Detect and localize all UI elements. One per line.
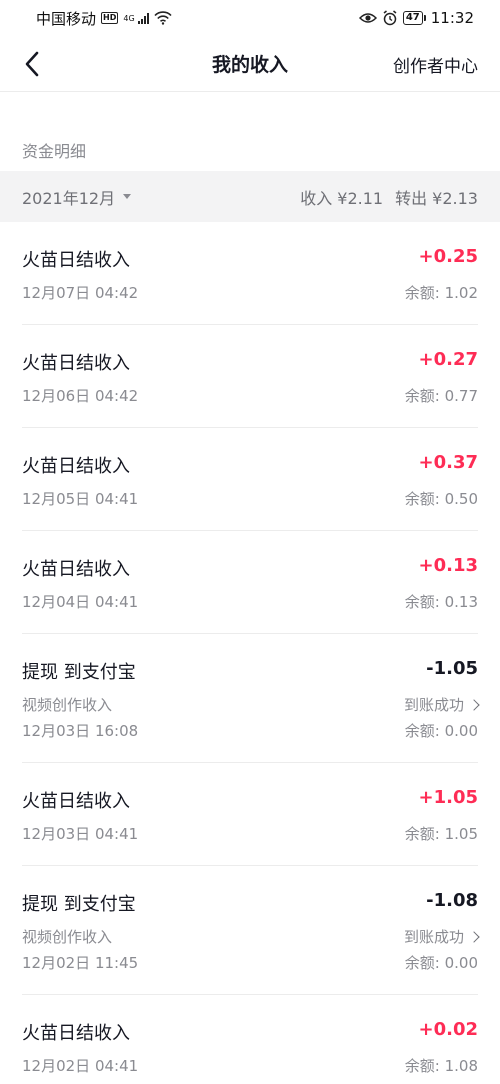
month-selector[interactable]: 2021年12月 [22,185,132,209]
transaction-amount: +1.05 [418,787,479,808]
transaction-title: 火苗日结收入 [22,456,130,477]
transaction-row[interactable]: 火苗日结收入 +0.13 12月04日 04:41 余额: 0.13 [22,531,478,634]
transaction-time: 12月04日 04:41 [22,593,139,611]
withdraw-row[interactable]: 提现 到支付宝 -1.08 视频创作收入 到账成功 12月02日 11:45 余… [22,866,480,995]
wifi-icon [154,11,172,25]
battery-level: 47 [402,11,423,25]
transaction-time: 12月05日 04:41 [22,490,139,508]
transaction-row[interactable]: 火苗日结收入 +0.02 12月02日 04:41 余额: 1.08 [22,995,478,1084]
network-type: 4G [123,13,135,23]
income-total: 收入 ¥2.11 [300,188,384,208]
chevron-right-icon [468,930,480,943]
signal-icon [137,12,149,24]
transaction-balance: 余额: 0.00 [404,722,478,740]
transaction-time: 12月06日 04:42 [22,387,139,405]
withdraw-status: 到账成功 [403,928,464,946]
transaction-list: 火苗日结收入 +0.25 12月07日 04:42 余额: 1.02 火苗日结收… [0,222,500,1084]
transaction-amount: +0.13 [418,555,479,576]
transaction-title: 提现 到支付宝 [22,894,136,915]
transaction-balance: 余额: 0.77 [404,387,478,405]
transaction-title: 火苗日结收入 [22,1023,130,1044]
transaction-balance: 余额: 0.00 [404,954,478,972]
transaction-time: 12月07日 04:42 [22,284,139,302]
transaction-time: 12月03日 16:08 [22,722,139,740]
transaction-amount: +0.27 [418,349,479,370]
transaction-source: 视频创作收入 [22,696,113,714]
filter-bar: 2021年12月 收入 ¥2.11 转出 ¥2.13 [0,171,500,222]
withdraw-status-link[interactable]: 到账成功 [403,694,480,715]
transaction-amount: -1.08 [426,890,478,911]
transaction-time: 12月03日 04:41 [22,825,139,843]
creator-center-link[interactable]: 创作者中心 [393,52,478,77]
transaction-title: 火苗日结收入 [22,353,130,374]
transaction-amount: +0.02 [418,1019,479,1040]
income-page: 中国移动 HD 4G 47 11:32 我的收入 创作者中心 资金明细 2021… [0,0,500,1084]
totals-summary: 收入 ¥2.11 转出 ¥2.13 [300,185,478,209]
transaction-row[interactable]: 火苗日结收入 +0.27 12月06日 04:42 余额: 0.77 [22,325,478,428]
chevron-right-icon [468,698,480,711]
alarm-icon [383,10,397,26]
transaction-balance: 余额: 1.02 [404,284,478,302]
transaction-amount: +0.37 [418,452,479,473]
status-left: 中国移动 HD 4G [36,8,172,29]
withdraw-status-link[interactable]: 到账成功 [403,926,480,947]
transaction-time: 12月02日 11:45 [22,954,139,972]
month-label: 2021年12月 [22,188,116,208]
section-label: 资金明细 [22,142,87,161]
eye-icon [358,13,377,23]
transaction-time: 12月02日 04:41 [22,1057,139,1075]
transaction-row[interactable]: 火苗日结收入 +0.37 12月05日 04:41 余额: 0.50 [22,428,478,531]
status-bar: 中国移动 HD 4G 47 11:32 [0,0,500,36]
transaction-balance: 余额: 0.13 [404,593,478,611]
clock-time: 11:32 [430,9,474,27]
transaction-row[interactable]: 火苗日结收入 +0.25 12月07日 04:42 余额: 1.02 [22,222,478,325]
transaction-row[interactable]: 火苗日结收入 +1.05 12月03日 04:41 余额: 1.05 [22,763,478,866]
caret-down-icon [123,194,132,199]
battery-icon: 47 [402,11,426,25]
transaction-balance: 余额: 1.05 [404,825,478,843]
transaction-balance: 余额: 1.08 [404,1057,478,1075]
carrier-name: 中国移动 [36,9,97,28]
transaction-title: 火苗日结收入 [22,791,130,812]
transaction-title: 火苗日结收入 [22,250,130,271]
status-right: 47 11:32 [358,9,474,27]
nav-bar: 我的收入 创作者中心 [0,36,500,92]
transaction-amount: -1.05 [426,658,478,679]
withdraw-status: 到账成功 [403,696,464,714]
transaction-title: 提现 到支付宝 [22,662,136,683]
transfer-out-total: 转出 ¥2.13 [395,188,478,208]
withdraw-row[interactable]: 提现 到支付宝 -1.05 视频创作收入 到账成功 12月03日 16:08 余… [22,634,480,763]
hd-badge: HD [101,12,119,24]
transaction-amount: +0.25 [418,246,479,267]
transaction-balance: 余额: 0.50 [404,490,478,508]
transaction-source: 视频创作收入 [22,928,113,946]
transaction-title: 火苗日结收入 [22,559,130,580]
